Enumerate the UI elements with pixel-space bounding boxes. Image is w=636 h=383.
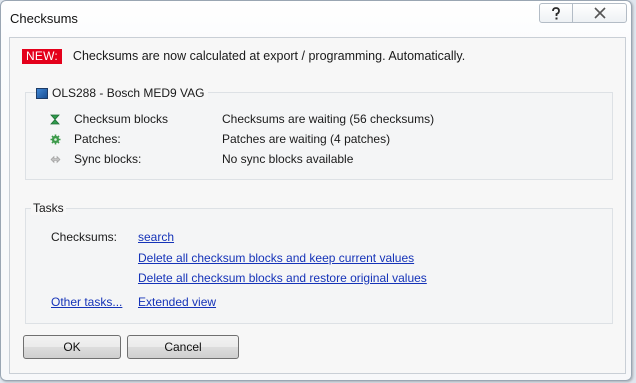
checksum-blocks-row: Checksum blocks Checksums are waiting (5… <box>49 111 434 127</box>
project-group: Checksum blocks Checksums are waiting (5… <box>25 92 613 180</box>
sync-blocks-value: No sync blocks available <box>222 152 354 166</box>
patches-label: Patches: <box>74 132 121 146</box>
project-title: OLS288 - Bosch MED9 VAG <box>52 86 205 100</box>
sync-blocks-label: Sync blocks: <box>74 152 142 166</box>
question-icon <box>552 6 560 19</box>
tasks-group: Checksums: search Delete all checksum bl… <box>25 208 613 324</box>
delete-restore-values-link[interactable]: Delete all checksum blocks and restore o… <box>138 271 427 285</box>
project-icon <box>36 87 48 99</box>
close-button[interactable] <box>572 3 627 23</box>
gear-icon <box>49 133 61 145</box>
window-title: Checksums <box>10 11 78 26</box>
new-notice-text: Checksums are now calculated at export /… <box>72 49 466 63</box>
checksums-task-label: Checksums: <box>51 230 118 244</box>
patches-value: Patches are waiting (4 patches) <box>222 132 391 146</box>
checksum-blocks-value: Checksums are waiting (56 checksums) <box>222 112 435 126</box>
delete-keep-values-link[interactable]: Delete all checksum blocks and keep curr… <box>138 251 414 265</box>
ok-button[interactable]: OK <box>23 335 121 359</box>
sync-arrows-icon <box>49 153 61 165</box>
extended-view-link[interactable]: Extended view <box>138 295 216 309</box>
new-notice: NEW: Checksums are now calculated at exp… <box>22 48 465 64</box>
search-link[interactable]: search <box>138 230 174 244</box>
checksums-dialog: Checksums NEW: Checksums are now calcula… <box>0 0 632 381</box>
help-button[interactable] <box>539 3 573 23</box>
dialog-content: NEW: Checksums are now calculated at exp… <box>9 37 626 374</box>
patches-row: Patches: Patches are waiting (4 patches) <box>49 131 390 147</box>
tasks-group-title: Tasks <box>31 201 66 215</box>
close-icon <box>593 7 606 19</box>
project-header: OLS288 - Bosch MED9 VAG <box>36 86 208 100</box>
other-tasks-link[interactable]: Other tasks... <box>51 295 122 309</box>
hourglass-icon <box>49 113 61 125</box>
sync-blocks-row: Sync blocks: No sync blocks available <box>49 151 353 167</box>
title-bar[interactable]: Checksums <box>1 1 631 35</box>
checksum-blocks-label: Checksum blocks <box>74 112 169 126</box>
new-badge: NEW: <box>22 48 62 64</box>
cancel-button[interactable]: Cancel <box>127 335 239 359</box>
